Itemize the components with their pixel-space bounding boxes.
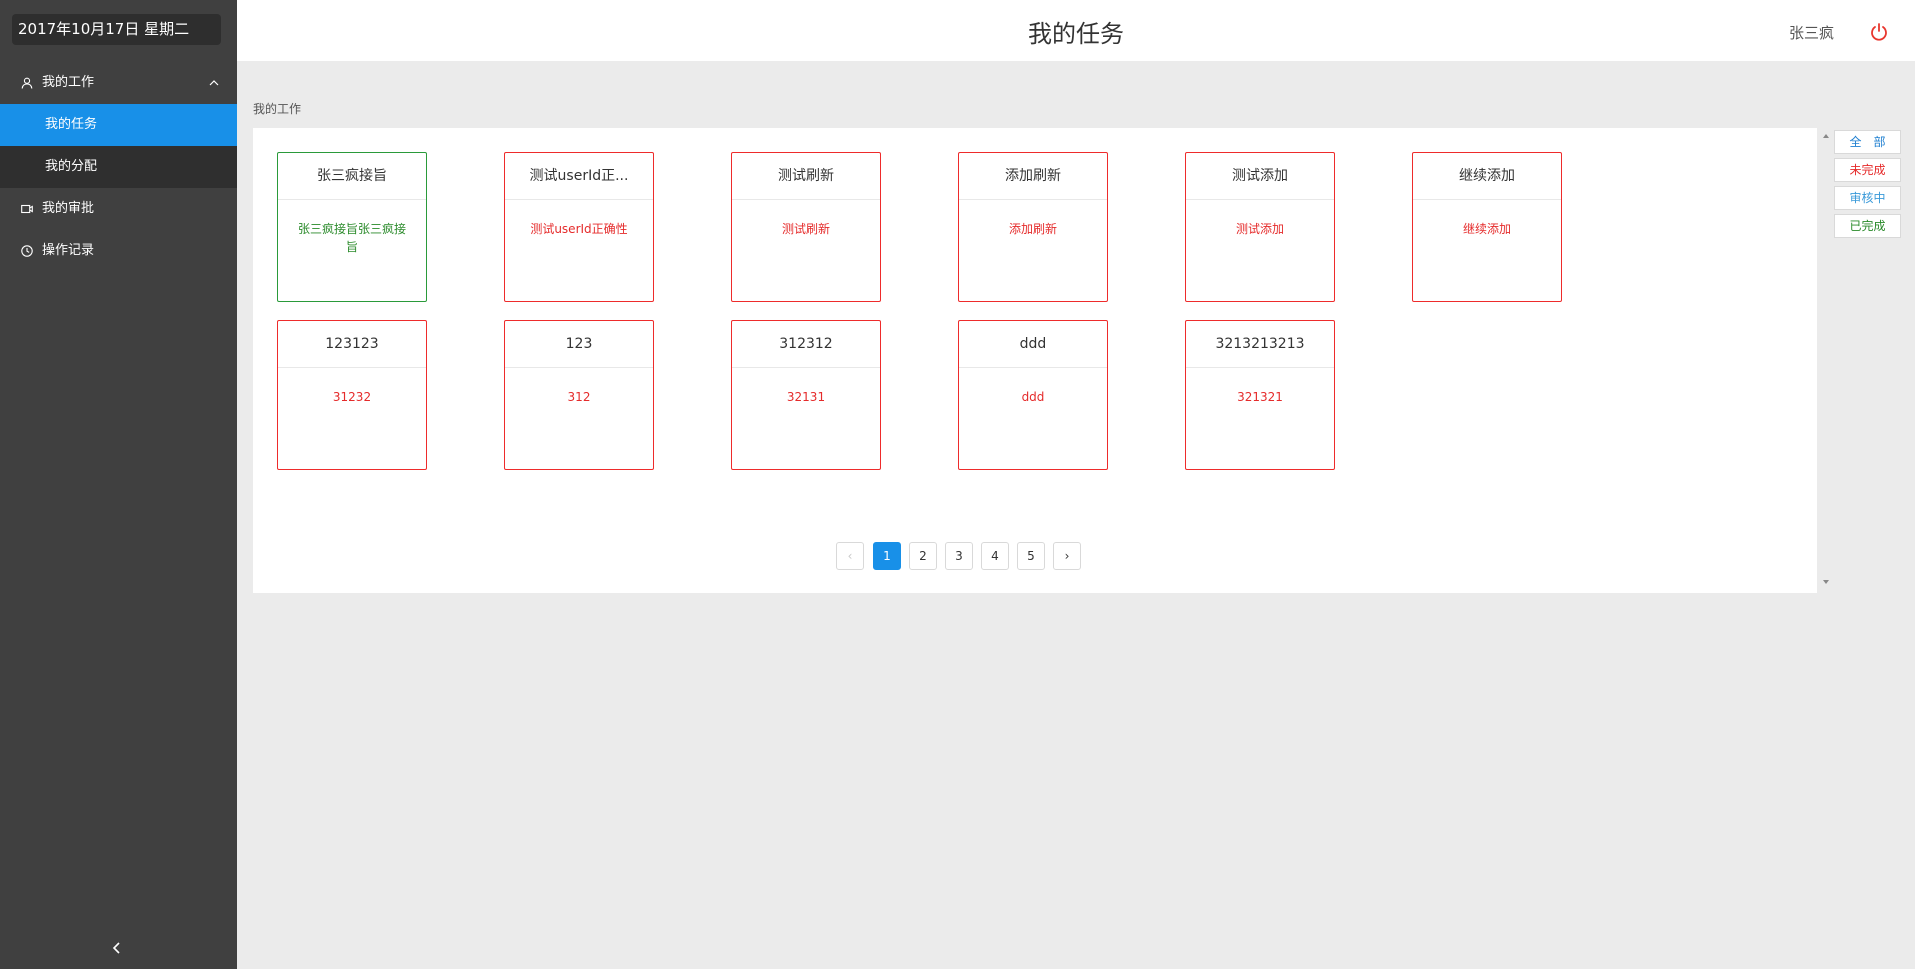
task-card[interactable]: 测试刷新 测试刷新 — [731, 152, 881, 302]
task-card[interactable]: 测试userId正... 测试userId正确性 — [504, 152, 654, 302]
filter-completed-button[interactable]: 已完成 — [1834, 214, 1901, 238]
page-button[interactable]: 1 — [873, 542, 901, 570]
menu-item-label: 我的工作 — [42, 75, 95, 90]
sidebar: 2017年10月17日 星期二 我的工作 我的任务 我的分配 我的审批 操作记录 — [0, 0, 237, 969]
task-card[interactable]: 张三疯接旨 张三疯接旨张三疯接旨 — [277, 152, 427, 302]
power-icon[interactable] — [1869, 22, 1889, 42]
menu-item-label: 操作记录 — [42, 243, 95, 258]
submenu-item-my-assignments[interactable]: 我的分配 — [0, 146, 237, 188]
task-card-body: 32131 — [786, 390, 826, 404]
task-card-title: ddd — [959, 321, 1107, 368]
task-card-body: 测试添加 — [1235, 222, 1284, 236]
page-title: 我的任务 — [1028, 20, 1124, 48]
task-card[interactable]: 123123 31232 — [277, 320, 427, 470]
task-card-body: 321321 — [1237, 390, 1283, 404]
task-card-title: 测试刷新 — [732, 153, 880, 200]
filter-reviewing-button[interactable]: 审核中 — [1834, 186, 1901, 210]
task-card[interactable]: 312312 32131 — [731, 320, 881, 470]
collapse-sidebar-icon[interactable] — [109, 940, 125, 956]
task-card[interactable]: 继续添加 继续添加 — [1412, 152, 1562, 302]
task-card-title: 添加刷新 — [959, 153, 1107, 200]
task-card[interactable]: 测试添加 测试添加 — [1185, 152, 1335, 302]
task-card[interactable]: 3213213213 321321 — [1185, 320, 1335, 470]
task-card-body: 张三疯接旨张三疯接旨 — [297, 222, 406, 254]
task-card-body: 添加刷新 — [1008, 222, 1057, 236]
next-page-button[interactable]: › — [1053, 542, 1081, 570]
task-card-title: 123123 — [278, 321, 426, 368]
chevron-up-icon — [209, 80, 219, 86]
task-card-body: 测试userId正确性 — [530, 222, 628, 236]
video-icon — [21, 204, 33, 214]
task-card-title: 测试userId正... — [505, 153, 653, 200]
date-display: 2017年10月17日 星期二 — [12, 14, 221, 45]
task-card-body: 31232 — [332, 390, 372, 404]
scroll-down-icon[interactable] — [1822, 578, 1830, 586]
submenu-item-label: 我的任务 — [45, 117, 98, 132]
page-button[interactable]: 5 — [1017, 542, 1045, 570]
page-button[interactable]: 4 — [981, 542, 1009, 570]
task-card-body: 继续添加 — [1462, 222, 1511, 236]
task-card-body: 测试刷新 — [781, 222, 830, 236]
task-card-body: ddd — [1021, 390, 1045, 404]
task-card-title: 312312 — [732, 321, 880, 368]
user-name[interactable]: 张三疯 — [1789, 22, 1834, 43]
menu-item-my-approvals[interactable]: 我的审批 — [0, 188, 237, 230]
task-card-body: 312 — [567, 390, 591, 404]
task-card-title: 3213213213 — [1186, 321, 1334, 368]
task-card[interactable]: 添加刷新 添加刷新 — [958, 152, 1108, 302]
clock-icon — [21, 245, 33, 257]
submenu-item-my-tasks[interactable]: 我的任务 — [0, 104, 237, 146]
menu-item-operation-log[interactable]: 操作记录 — [0, 230, 237, 272]
user-icon — [21, 77, 33, 89]
task-card[interactable]: ddd ddd — [958, 320, 1108, 470]
task-panel: 张三疯接旨 张三疯接旨张三疯接旨 测试userId正... 测试userId正确… — [253, 128, 1817, 593]
menu-item-label: 我的审批 — [42, 201, 95, 216]
menu-item-my-work[interactable]: 我的工作 — [0, 62, 237, 104]
header: 我的任务 张三疯 — [237, 0, 1915, 61]
task-card-title: 123 — [505, 321, 653, 368]
filter-incomplete-button[interactable]: 未完成 — [1834, 158, 1901, 182]
task-card-title: 测试添加 — [1186, 153, 1334, 200]
scroll-up-icon[interactable] — [1822, 132, 1830, 140]
task-card-title: 继续添加 — [1413, 153, 1561, 200]
filter-all-button[interactable]: 全 部 — [1834, 130, 1901, 154]
page-button[interactable]: 2 — [909, 542, 937, 570]
page-button[interactable]: 3 — [945, 542, 973, 570]
submenu-item-label: 我的分配 — [45, 159, 98, 174]
breadcrumb: 我的工作 — [253, 102, 302, 116]
task-card-title: 张三疯接旨 — [278, 153, 426, 200]
prev-page-button[interactable]: ‹ — [836, 542, 864, 570]
task-card[interactable]: 123 312 — [504, 320, 654, 470]
